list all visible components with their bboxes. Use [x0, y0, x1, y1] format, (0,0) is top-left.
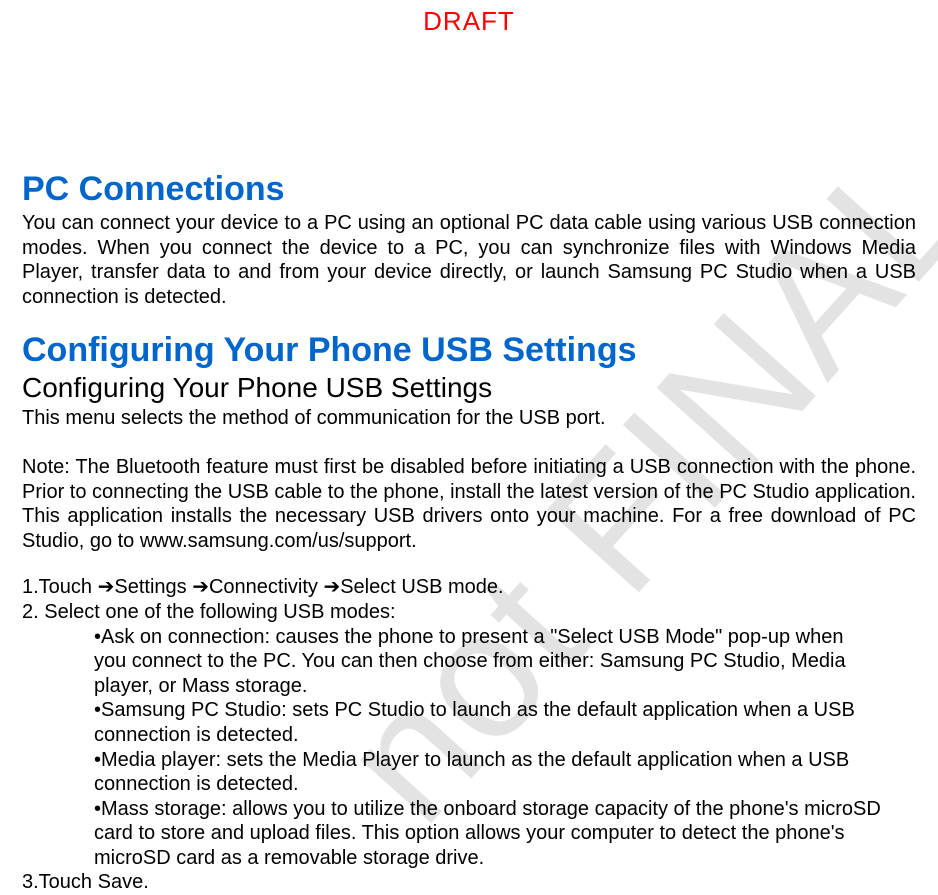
bullet-media-player-line2: connection is detected. — [22, 772, 916, 797]
bullet-mass-storage-line3: microSD card as a removable storage driv… — [22, 846, 916, 871]
bullet-media-player-line1: •Media player: sets the Media Player to … — [22, 748, 916, 773]
intro-paragraph: You can connect your device to a PC usin… — [22, 211, 916, 309]
note-paragraph: Note: The Bluetooth feature must first b… — [22, 455, 916, 553]
heading-pc-connections: PC Connections — [22, 170, 916, 209]
bullet-mass-storage-line2: card to store and upload files. This opt… — [22, 821, 916, 846]
menu-description: This menu selects the method of communic… — [22, 406, 916, 431]
bullet-ask-on-connection-line2: you connect to the PC. You can then choo… — [22, 649, 916, 674]
bullet-samsung-pc-studio-line2: connection is detected. — [22, 723, 916, 748]
subheading-configuring-usb: Configuring Your Phone USB Settings — [22, 372, 916, 404]
step-3: 3.Touch Save. — [22, 870, 916, 895]
bullet-samsung-pc-studio-line1: •Samsung PC Studio: sets PC Studio to la… — [22, 698, 916, 723]
draft-label: DRAFT — [0, 0, 938, 42]
bullet-ask-on-connection-line1: •Ask on connection: causes the phone to … — [22, 625, 916, 650]
bullet-ask-on-connection-line3: player, or Mass storage. — [22, 674, 916, 699]
document-content: PC Connections You can connect your devi… — [0, 42, 938, 895]
heading-configuring-usb: Configuring Your Phone USB Settings — [22, 331, 916, 370]
step-1: 1.Touch ➔Settings ➔Connectivity ➔Select … — [22, 575, 916, 600]
bullet-mass-storage-line1: •Mass storage: allows you to utilize the… — [22, 797, 916, 822]
step-2: 2. Select one of the following USB modes… — [22, 600, 916, 625]
